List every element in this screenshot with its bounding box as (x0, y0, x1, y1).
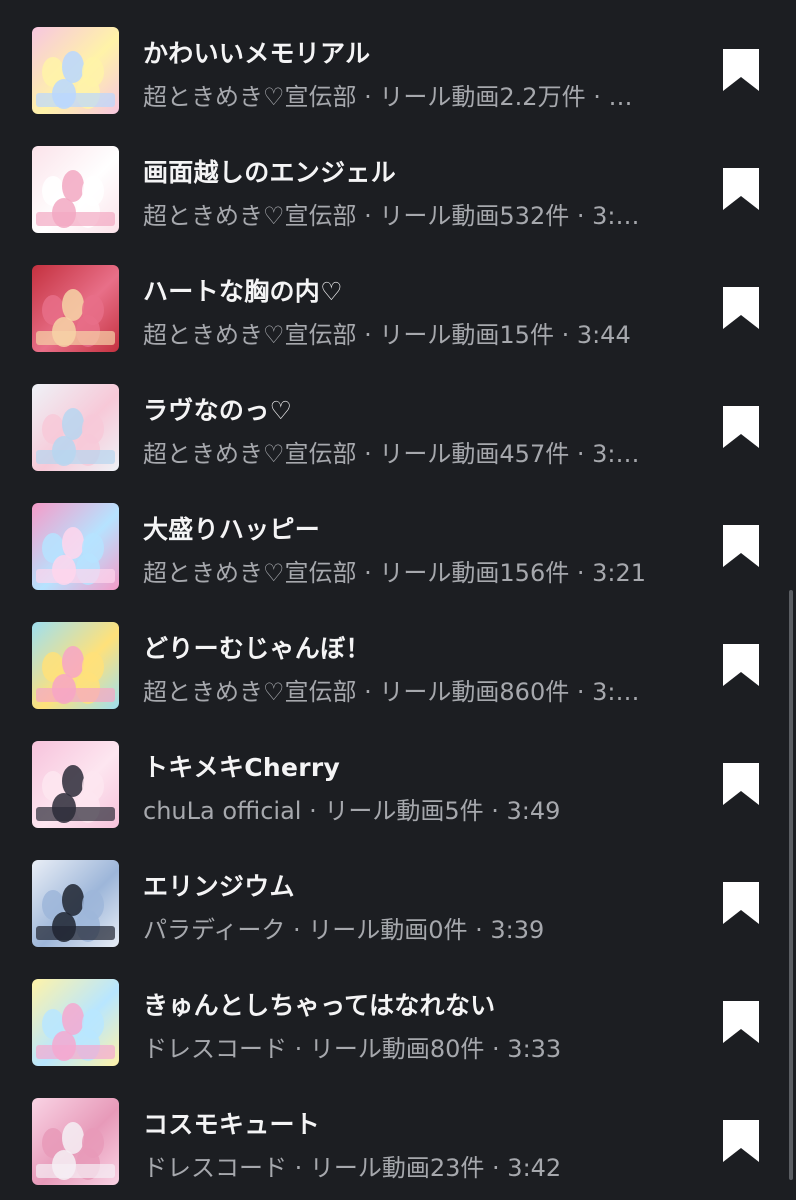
thumbnail-logo (36, 1164, 115, 1178)
thumbnail-logo (36, 926, 115, 940)
bookmark-icon[interactable] (723, 406, 759, 448)
scrollbar[interactable] (789, 590, 793, 1180)
song-thumbnail[interactable] (32, 265, 119, 352)
song-meta: パラディーク · リール動画0件 · 3:39 (143, 916, 545, 944)
song-row[interactable]: かわいいメモリアル超ときめき♡宣伝部 · リール動画2.2万件 · … (0, 0, 796, 119)
thumbnail-logo (36, 93, 115, 107)
bookmark-icon[interactable] (723, 1001, 759, 1043)
thumbnail-logo (36, 450, 115, 464)
song-meta: 超ときめき♡宣伝部 · リール動画532件 · 3:… (143, 202, 640, 230)
thumbnail-logo (36, 569, 115, 583)
song-title: 画面越しのエンジェル (143, 158, 397, 187)
song-row[interactable]: エリンジウムパラディーク · リール動画0件 · 3:39 (0, 833, 796, 952)
song-meta: 超ときめき♡宣伝部 · リール動画156件 · 3:21 (143, 559, 646, 587)
song-meta: 超ときめき♡宣伝部 · リール動画860件 · 3:… (143, 678, 640, 706)
bookmark-icon[interactable] (723, 1120, 759, 1162)
thumbnail-logo (36, 331, 115, 345)
bookmark-icon[interactable] (723, 882, 759, 924)
song-thumbnail[interactable] (32, 146, 119, 233)
song-row[interactable]: どりーむじゃんぼ！ 超ときめき♡宣伝部 · リール動画860件 · 3:… (0, 595, 796, 714)
thumbnail-logo (36, 1045, 115, 1059)
bookmark-icon[interactable] (723, 168, 759, 210)
song-thumbnail[interactable] (32, 27, 119, 114)
song-row[interactable]: 大盛りハッピー超ときめき♡宣伝部 · リール動画156件 · 3:21 (0, 476, 796, 595)
thumbnail-logo (36, 688, 115, 702)
thumbnail-logo (36, 807, 115, 821)
song-title: かわいいメモリアル (143, 39, 371, 68)
bookmark-icon[interactable] (723, 644, 759, 686)
bookmark-icon[interactable] (723, 763, 759, 805)
song-row[interactable]: ラヴなのっ♡ 超ときめき♡宣伝部 · リール動画457件 · 3:… (0, 357, 796, 476)
song-thumbnail[interactable] (32, 741, 119, 828)
bookmark-icon[interactable] (723, 525, 759, 567)
bookmark-icon[interactable] (723, 49, 759, 91)
song-thumbnail[interactable] (32, 979, 119, 1066)
song-title: ハートな胸の内♡ (143, 277, 343, 306)
song-title: エリンジウム (143, 872, 295, 901)
song-title: 大盛りハッピー (143, 515, 321, 544)
song-thumbnail[interactable] (32, 860, 119, 947)
song-thumbnail[interactable] (32, 622, 119, 709)
song-meta: ドレスコード · リール動画80件 · 3:33 (143, 1035, 562, 1063)
song-thumbnail[interactable] (32, 503, 119, 590)
song-thumbnail[interactable] (32, 1098, 119, 1185)
song-title: きゅんとしちゃってはなれない (143, 991, 496, 1020)
song-title: どりーむじゃんぼ！ (143, 634, 371, 663)
song-row[interactable]: コスモキュートドレスコード · リール動画23件 · 3:42 (0, 1071, 796, 1190)
song-meta: 超ときめき♡宣伝部 · リール動画15件 · 3:44 (143, 321, 631, 349)
bookmark-icon[interactable] (723, 287, 759, 329)
song-title: コスモキュート (143, 1110, 321, 1139)
song-title: ラヴなのっ♡ (143, 396, 293, 425)
song-title: トキメキCherry (143, 753, 341, 782)
song-thumbnail[interactable] (32, 384, 119, 471)
song-meta: 超ときめき♡宣伝部 · リール動画457件 · 3:… (143, 440, 640, 468)
song-row[interactable]: きゅんとしちゃってはなれないドレスコード · リール動画80件 · 3:33 (0, 952, 796, 1071)
song-row[interactable]: 画面越しのエンジェル超ときめき♡宣伝部 · リール動画532件 · 3:… (0, 119, 796, 238)
song-row[interactable]: トキメキCherry chuLa official · リール動画5件 · 3:4… (0, 714, 796, 833)
song-meta: ドレスコード · リール動画23件 · 3:42 (143, 1154, 562, 1182)
thumbnail-logo (36, 212, 115, 226)
song-meta: 超ときめき♡宣伝部 · リール動画2.2万件 · … (143, 83, 633, 111)
song-row[interactable]: ハートな胸の内♡ 超ときめき♡宣伝部 · リール動画15件 · 3:44 (0, 238, 796, 357)
song-meta: chuLa official · リール動画5件 · 3:49 (143, 797, 561, 825)
